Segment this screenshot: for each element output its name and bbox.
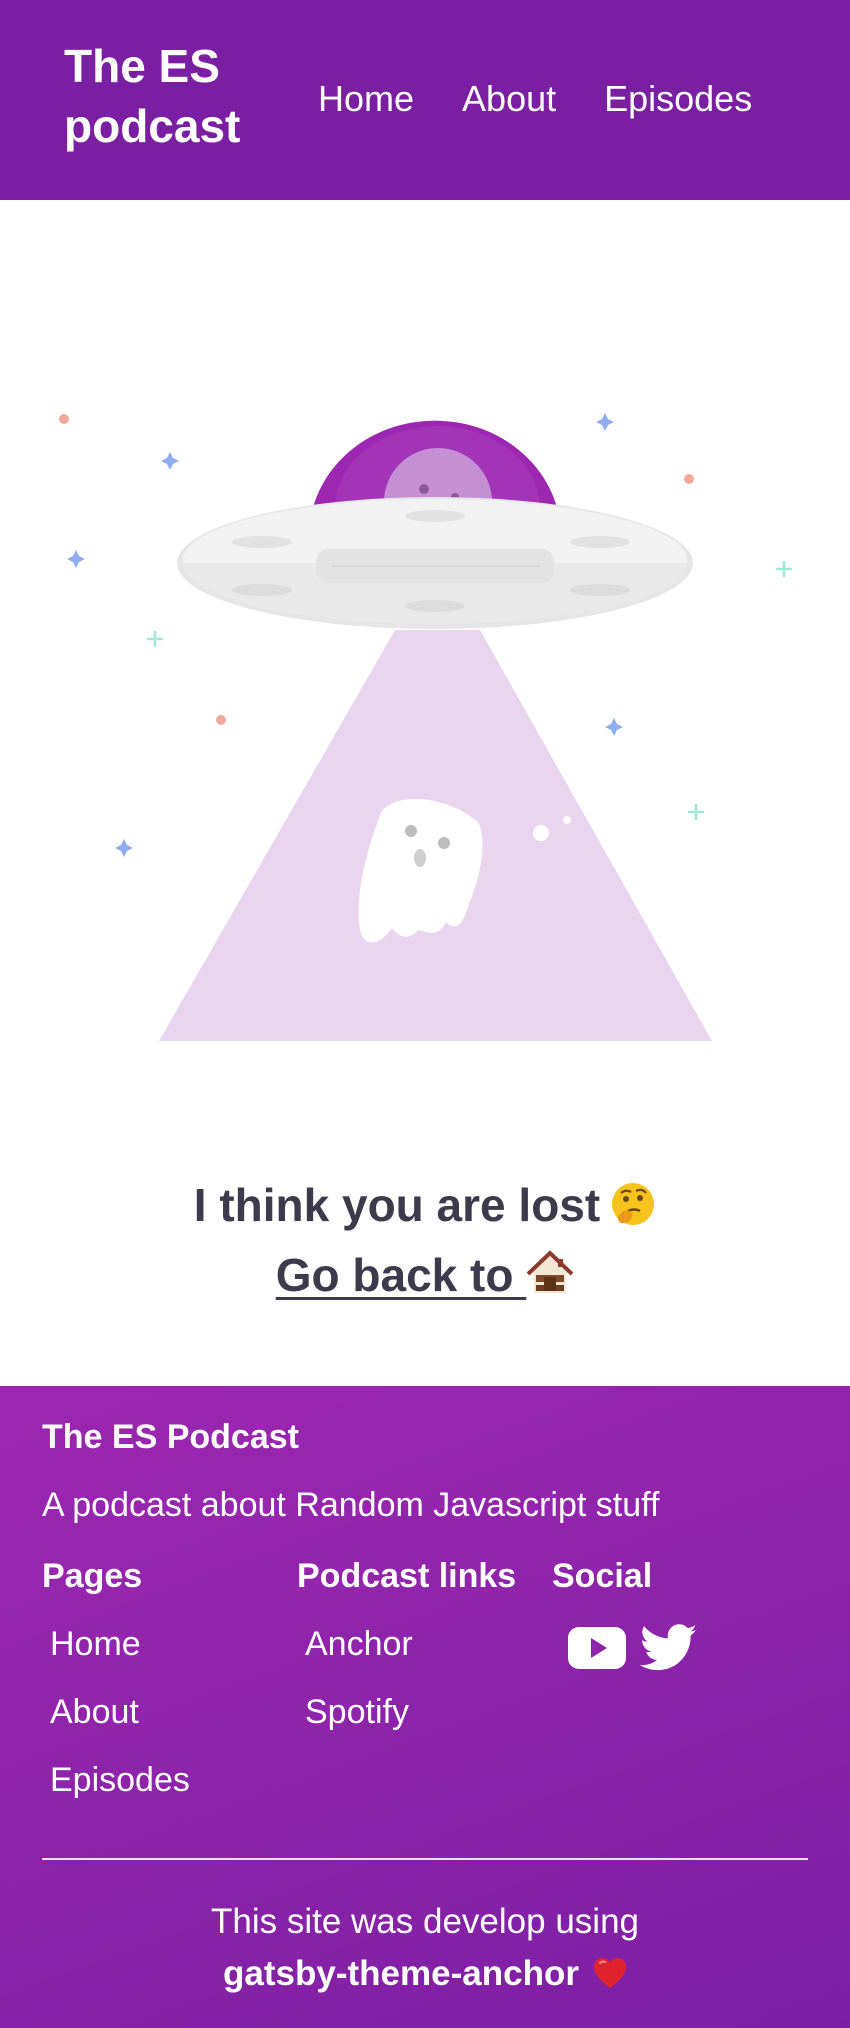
nav-episodes-link[interactable]: Episodes — [604, 74, 752, 124]
footer-credit: This site was develop using gatsby-theme… — [0, 1896, 850, 2000]
footer-home-link[interactable]: Home — [50, 1625, 141, 1663]
anchor-link[interactable]: Anchor — [305, 1625, 413, 1663]
site-footer: The ES Podcast A podcast about Random Ja… — [0, 1386, 850, 2028]
lost-text: I think you are lost — [193, 1179, 601, 1231]
not-found-message: I think you are lost Go back to — [0, 1170, 850, 1310]
spotify-link[interactable]: Spotify — [305, 1693, 409, 1731]
twitter-link[interactable] — [639, 1624, 698, 1677]
go-back-home-link[interactable]: Go back to — [276, 1240, 575, 1310]
twitter-icon — [639, 1624, 697, 1671]
site-header: The ES podcast Home About Episodes — [0, 0, 850, 200]
podcast-links-heading: Podcast links — [297, 1557, 517, 1595]
footer-title: The ES Podcast — [42, 1418, 299, 1456]
footer-divider — [42, 1858, 808, 1860]
main-nav: Home About Episodes — [318, 74, 800, 124]
social-heading: Social — [552, 1557, 653, 1595]
footer-about-link[interactable]: About — [50, 1693, 139, 1731]
heart-icon — [593, 1958, 626, 1988]
footer-description: A podcast about Random Javascript stuff — [42, 1486, 660, 1524]
thinking-face-icon — [612, 1183, 655, 1225]
house-icon — [526, 1250, 574, 1293]
credit-line: This site was develop using — [211, 1902, 639, 1941]
go-back-text: Go back to — [275, 1249, 514, 1301]
nav-about-link[interactable]: About — [462, 74, 556, 124]
gatsby-theme-anchor-link[interactable]: gatsby-theme-anchor — [223, 1954, 579, 1993]
site-logo-title[interactable]: The ES podcast — [64, 36, 274, 156]
footer-pages-column: Pages Home About Episodes — [42, 1554, 190, 1826]
footer-episodes-link[interactable]: Episodes — [50, 1761, 190, 1799]
lost-heading: I think you are lost — [0, 1170, 850, 1240]
youtube-link[interactable] — [568, 1627, 626, 1674]
youtube-icon — [568, 1627, 626, 1669]
pages-heading: Pages — [42, 1557, 143, 1595]
nav-home-link[interactable]: Home — [318, 74, 414, 124]
ufo-abducting-ghost-icon — [59, 413, 793, 1041]
footer-podcast-links-column: Podcast links Anchor Spotify — [297, 1554, 516, 1758]
footer-social-column: Social — [552, 1554, 698, 1677]
ufo-illustration — [0, 380, 850, 1060]
